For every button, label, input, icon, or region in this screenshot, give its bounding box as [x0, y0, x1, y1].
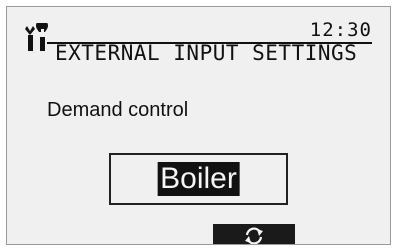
cycle-icon	[245, 227, 263, 244]
setting-value-box[interactable]: Boiler	[109, 153, 288, 205]
page-title: EXTERNAL INPUT SETTINGS	[55, 41, 358, 65]
setting-label: Demand control	[47, 99, 189, 121]
change-softkey[interactable]	[213, 224, 295, 244]
lcd-screen: 12:30 EXTERNAL INPUT SETTINGS Demand con…	[6, 6, 391, 245]
clock-time: 12:30	[309, 19, 372, 41]
setting-value[interactable]: Boiler	[157, 162, 240, 196]
tool-icon	[25, 23, 48, 51]
